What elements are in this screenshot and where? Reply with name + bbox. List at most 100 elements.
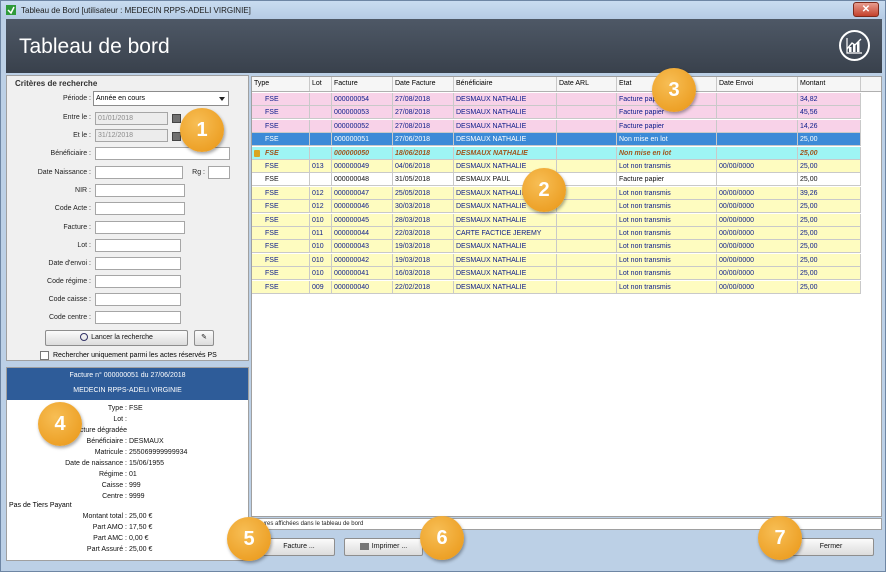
- table-row[interactable]: FSE 000000052 27/08/2018 DESMAUX NATHALIE Fa…: [252, 119, 861, 133]
- periode-label: Période :: [62, 95, 91, 102]
- table-cell: 000000041: [332, 267, 393, 280]
- table-cell: [717, 119, 798, 132]
- column-header[interactable]: Facture: [332, 77, 393, 91]
- invoice-total-value: 25,00 €: [129, 513, 153, 520]
- table-cell: FSE: [263, 240, 310, 253]
- table-cell: FSE: [263, 119, 310, 132]
- table-row[interactable]: FSE 010 000000045 28/03/2018 DESMAUX NATHALI…: [252, 213, 861, 227]
- table-cell: 27/06/2018: [393, 133, 454, 146]
- code-centre-input[interactable]: [95, 311, 181, 324]
- ps-only-checkbox[interactable]: [40, 351, 49, 360]
- print-button[interactable]: Imprimer ...: [344, 538, 423, 556]
- table-cell: Facture papier: [617, 173, 717, 186]
- table-cell: Lot non transmis: [617, 227, 717, 239]
- code-regime-input[interactable]: [95, 275, 181, 288]
- callout-badge-6: 6: [420, 516, 464, 560]
- table-cell: 00/00/0000: [717, 186, 798, 199]
- lot-label: Lot :: [77, 242, 91, 249]
- table-cell: Non mise en lot: [617, 146, 717, 159]
- beneficiaire-label: Bénéficiaire :: [50, 150, 91, 157]
- table-cell: 000000054: [332, 93, 393, 105]
- window-title: Tableau de Bord [utilisateur : MEDECIN R…: [21, 5, 251, 15]
- table-cell: [310, 106, 332, 119]
- column-header[interactable]: Montant: [798, 77, 861, 91]
- table-cell: 009: [310, 280, 332, 293]
- table-cell: Lot non transmis: [617, 186, 717, 199]
- invoice-doctor: MEDECIN RPPS-ADELI VIRGINIE: [73, 387, 182, 394]
- table-cell: FSE: [263, 93, 310, 105]
- column-header[interactable]: Date Facture: [393, 77, 454, 91]
- table-row[interactable]: FSE 010 000000041 16/03/2018 DESMAUX NATHALI…: [252, 267, 861, 281]
- calendar-icon[interactable]: [172, 114, 181, 123]
- code-regime-label: Code régime :: [47, 278, 91, 285]
- table-cell: FSE: [263, 253, 310, 266]
- table-row[interactable]: FSE 009 000000040 22/02/2018 DESMAUX NATHALI…: [252, 280, 861, 294]
- table-cell: 16/03/2018: [393, 267, 454, 280]
- search-button[interactable]: Lancer la recherche: [45, 330, 188, 346]
- column-header[interactable]: Bénéficiaire: [454, 77, 557, 91]
- table-cell: 25,00: [798, 213, 861, 226]
- table-cell: 25,00: [798, 227, 861, 239]
- table-cell: 000000049: [332, 160, 393, 172]
- lot-input[interactable]: [95, 239, 181, 252]
- table-row[interactable]: FSE 000000050 18/06/2018 DESMAUX NATHALIE No…: [252, 146, 861, 160]
- invoice-field-label: Matricule :: [94, 449, 127, 456]
- search-button-label: Lancer la recherche: [91, 334, 153, 341]
- table-cell: 00/00/0000: [717, 200, 798, 213]
- table-row[interactable]: FSE 000000053 27/08/2018 DESMAUX NATHALIE Fa…: [252, 106, 861, 120]
- table-cell: FSE: [263, 146, 310, 159]
- close-window-button[interactable]: ✕: [853, 2, 879, 17]
- rg-input[interactable]: [208, 166, 230, 179]
- code-acte-input[interactable]: [95, 202, 185, 215]
- table-cell: Lot non transmis: [617, 280, 717, 293]
- facture-button[interactable]: Facture ...: [263, 538, 335, 556]
- column-header[interactable]: Lot: [310, 77, 332, 91]
- table-row[interactable]: FSE 011 000000044 22/03/2018 CARTE FACTICE J…: [252, 227, 861, 240]
- periode-select[interactable]: Année en cours: [93, 91, 229, 106]
- invoice-field-value: 01: [129, 471, 137, 478]
- table-cell: 31/05/2018: [393, 173, 454, 186]
- table-row[interactable]: FSE 010 000000042 19/03/2018 DESMAUX NATHALI…: [252, 253, 861, 267]
- table-row[interactable]: FSE 000000054 27/08/2018 DESMAUX NATHALIE Fa…: [252, 93, 861, 106]
- code-centre-label: Code centre :: [48, 314, 91, 321]
- table-cell: [557, 280, 617, 293]
- nir-input[interactable]: [95, 184, 185, 197]
- date-envoi-label: Date d'envoi :: [48, 260, 91, 267]
- table-cell: 012: [310, 200, 332, 213]
- table-row[interactable]: FSE 010 000000043 19/03/2018 DESMAUX NATHALI…: [252, 240, 861, 254]
- table-cell: Lot non transmis: [617, 267, 717, 280]
- table-cell: 18/06/2018: [393, 146, 454, 159]
- invoices-table[interactable]: Type Lot Facture Date Facture Bénéficiaire Da…: [251, 76, 882, 517]
- table-cell: FSE: [263, 213, 310, 226]
- column-header[interactable]: Type: [252, 77, 310, 91]
- column-header[interactable]: Date ARL: [557, 77, 617, 91]
- table-cell: [557, 240, 617, 253]
- table-cell: [310, 133, 332, 146]
- entre-date-input[interactable]: 01/01/2018: [95, 112, 168, 125]
- table-cell: 000000053: [332, 106, 393, 119]
- table-cell: [717, 173, 798, 186]
- code-caisse-input[interactable]: [95, 293, 181, 306]
- table-row[interactable]: FSE 000000051 27/06/2018 DESMAUX NATHALIE No…: [252, 133, 861, 147]
- dashboard-chart-icon[interactable]: [839, 30, 870, 61]
- table-cell: 39,26: [798, 186, 861, 199]
- table-cell: [717, 93, 798, 105]
- table-cell: FSE: [263, 160, 310, 172]
- periode-select-value: Année en cours: [96, 95, 146, 102]
- date-naissance-input[interactable]: [95, 166, 183, 179]
- nir-label: NIR :: [75, 187, 91, 194]
- facture-input[interactable]: [95, 221, 185, 234]
- invoice-total-label: Part Assuré :: [86, 546, 127, 553]
- table-cell: [557, 200, 617, 213]
- column-header[interactable]: Date Envoi: [717, 77, 798, 91]
- table-cell: 25/05/2018: [393, 186, 454, 199]
- table-cell: 25,00: [798, 160, 861, 172]
- invoice-field-label: Centre :: [102, 493, 127, 500]
- callout-badge-7: 7: [758, 516, 802, 560]
- et-date-input[interactable]: 31/12/2018: [95, 129, 168, 142]
- table-cell: FSE: [263, 267, 310, 280]
- facture-label: Facture :: [63, 224, 91, 231]
- edit-criteria-button[interactable]: ✎: [194, 330, 214, 346]
- date-envoi-input[interactable]: [95, 257, 181, 270]
- magnifier-icon: [80, 333, 89, 342]
